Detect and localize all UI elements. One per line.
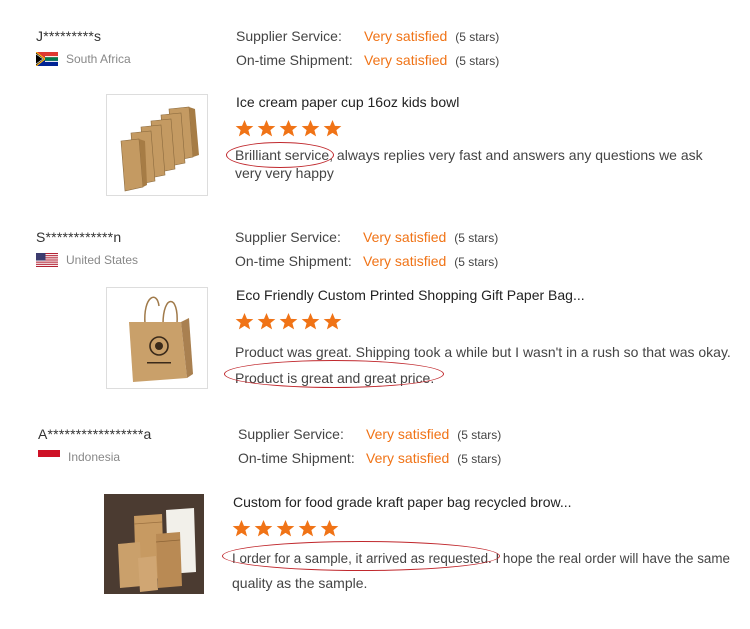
rating-stars xyxy=(232,519,339,538)
star-icon xyxy=(320,519,339,537)
country-label: Indonesia xyxy=(68,450,121,464)
indonesia-flag-icon xyxy=(38,450,60,464)
star-icon xyxy=(254,519,273,537)
supplier-service-label: Supplier Service: xyxy=(238,426,344,442)
food-grade-kraft-bags-icon xyxy=(104,494,204,594)
comment-line: quality as the sample. xyxy=(232,575,368,591)
shipment-value: Very satisfied xyxy=(366,450,450,466)
product-thumbnail[interactable] xyxy=(104,494,204,594)
star-icon xyxy=(232,519,251,537)
shipment-row: On-time Shipment: Very satisfied (5 stars) xyxy=(238,450,501,466)
review-card: A*****************a Indonesia Supplier S… xyxy=(0,0,750,600)
shipment-label: On-time Shipment: xyxy=(238,450,355,466)
supplier-service-row: Supplier Service: Very satisfied (5 stars) xyxy=(238,426,501,442)
product-title[interactable]: Custom for food grade kraft paper bag re… xyxy=(233,494,572,510)
star-icon xyxy=(298,519,317,537)
supplier-service-stars: (5 stars) xyxy=(457,428,502,442)
supplier-service-value: Very satisfied xyxy=(366,426,450,442)
star-icon xyxy=(276,519,295,537)
reviewer-name: A*****************a xyxy=(38,426,152,442)
reviewer-country: Indonesia xyxy=(38,450,120,464)
comment-line: I order for a sample, it arrived as requ… xyxy=(232,551,730,566)
shipment-stars: (5 stars) xyxy=(457,452,502,466)
review-comment: I order for a sample, it arrived as requ… xyxy=(232,546,744,596)
